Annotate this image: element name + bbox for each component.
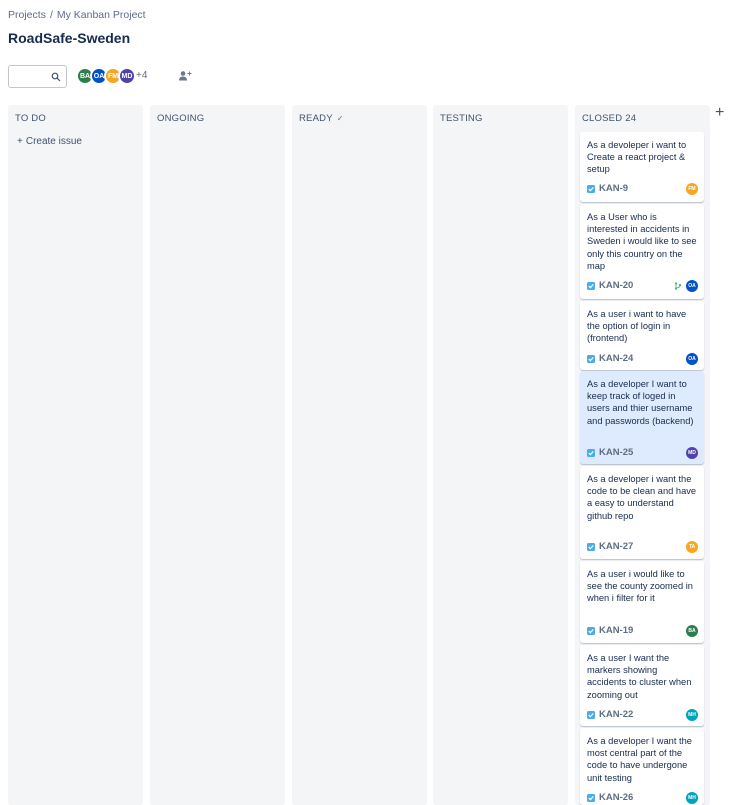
card-key[interactable]: KAN-20 [599, 280, 633, 291]
issue-card-kan-19[interactable]: As a user i would like to see the county… [580, 561, 704, 643]
breadcrumb-projects-link[interactable]: Projects [8, 9, 46, 21]
column-title: TO DO [15, 113, 46, 124]
card-key[interactable]: KAN-25 [599, 447, 633, 458]
issue-card-kan-22[interactable]: As a user I want the markers showing acc… [580, 645, 704, 726]
column-testing: TESTING [433, 105, 568, 805]
story-checkbox-icon [587, 449, 595, 457]
issue-card-kan-27[interactable]: As a developer i want the code to be cle… [580, 466, 704, 559]
story-checkbox-icon [587, 627, 595, 635]
column-title: READY ✓ [299, 113, 344, 124]
avatar-more-count[interactable]: +4 [136, 70, 147, 81]
issue-card-kan-20[interactable]: As a User who is interested in accidents… [580, 204, 704, 299]
card-summary: As a user I want the markers showing acc… [587, 653, 692, 700]
create-issue-button[interactable]: + Create issue [17, 136, 82, 147]
column-title-text: CLOSED [582, 113, 623, 124]
avatar[interactable]: MD [118, 67, 136, 85]
card-key[interactable]: KAN-24 [599, 353, 633, 364]
column-todo: TO DO + Create issue [8, 105, 143, 805]
card-assignee-avatar[interactable]: TA [686, 541, 698, 553]
card-summary: As a developer i want the code to be cle… [587, 474, 697, 521]
issue-card-kan-25[interactable]: As a developer I want to keep track of l… [580, 371, 704, 464]
issue-count: 24 [625, 113, 637, 124]
breadcrumb: Projects / My Kanban Project [8, 9, 146, 21]
add-column-button[interactable]: + [715, 105, 729, 123]
story-checkbox-icon [587, 711, 595, 719]
card-key[interactable]: KAN-9 [599, 183, 628, 194]
story-checkbox-icon [587, 355, 595, 363]
card-key[interactable]: KAN-26 [599, 792, 633, 803]
breadcrumb-project-link[interactable]: My Kanban Project [57, 9, 146, 21]
card-key[interactable]: KAN-22 [599, 709, 633, 720]
card-assignee-avatar[interactable]: MH [686, 709, 698, 721]
column-title: ONGOING [157, 113, 205, 124]
card-assignee-avatar[interactable]: OA [686, 353, 698, 365]
card-summary: As a devoleper i want to Create a react … [587, 140, 687, 175]
add-people-icon[interactable] [178, 70, 192, 82]
page-title: RoadSafe-Sweden [8, 30, 131, 46]
search-box[interactable] [8, 65, 67, 88]
issue-card-kan-26[interactable]: As a developer I want the most central p… [580, 728, 704, 805]
card-summary: As a user i would like to see the county… [587, 569, 693, 604]
column-ongoing: ONGOING [150, 105, 285, 805]
branch-icon[interactable] [674, 282, 682, 290]
card-assignee-avatar[interactable]: FM [686, 183, 698, 195]
column-title: CLOSED 24 [582, 113, 636, 124]
plus-icon: + [17, 136, 23, 147]
issue-card-kan-24[interactable]: As a user i want to have the option of l… [580, 301, 704, 370]
story-checkbox-icon [587, 543, 595, 551]
column-title-text: READY [299, 113, 333, 124]
card-summary: As a developer I want the most central p… [587, 736, 692, 783]
column-title: TESTING [440, 113, 483, 124]
story-checkbox-icon [587, 282, 595, 290]
search-icon[interactable] [51, 72, 61, 82]
card-key[interactable]: KAN-27 [599, 541, 633, 552]
create-issue-label: Create issue [25, 136, 82, 147]
card-assignee-avatar[interactable]: BA [686, 625, 698, 637]
card-assignee-avatar[interactable]: OA [686, 280, 698, 292]
issue-card-kan-9[interactable]: As a devoleper i want to Create a react … [580, 132, 704, 202]
column-ready: READY ✓ [292, 105, 427, 805]
search-input[interactable] [12, 69, 48, 84]
card-summary: As a User who is interested in accidents… [587, 212, 697, 271]
story-checkbox-icon [587, 794, 595, 802]
card-key[interactable]: KAN-19 [599, 625, 633, 636]
card-summary: As a developer I want to keep track of l… [587, 379, 694, 426]
card-assignee-avatar[interactable]: MH [686, 792, 698, 804]
card-summary: As a user i want to have the option of l… [587, 309, 687, 344]
story-checkbox-icon [587, 185, 595, 193]
breadcrumb-separator: / [49, 9, 53, 21]
column-closed: CLOSED 24 As a devoleper i want to Create… [575, 105, 710, 805]
check-icon: ✓ [336, 114, 344, 123]
card-assignee-avatar[interactable]: MD [686, 447, 698, 459]
